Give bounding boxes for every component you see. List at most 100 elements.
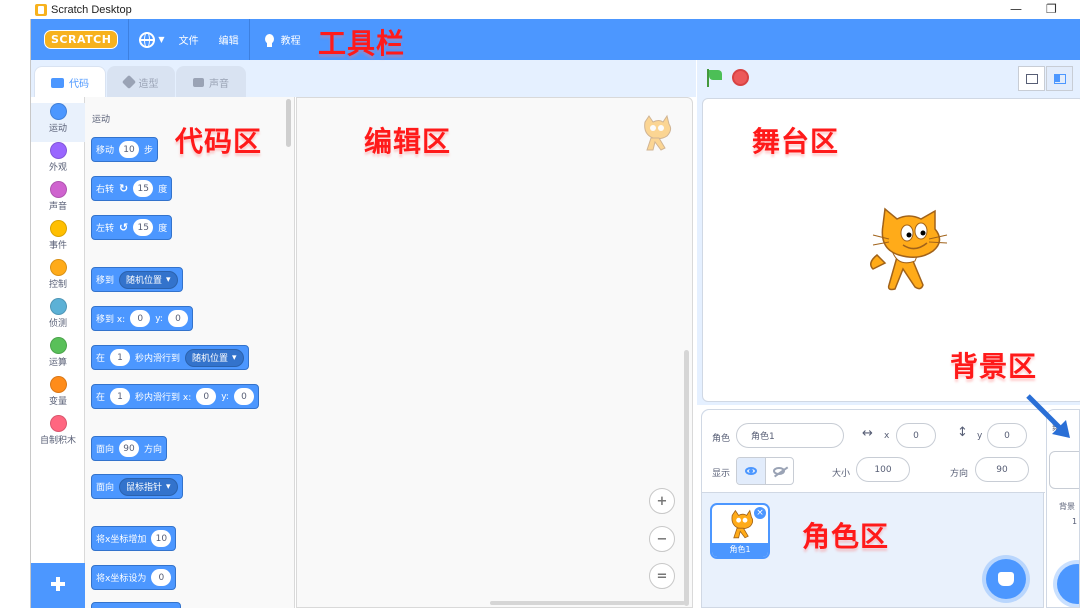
delete-sprite-icon[interactable]: × bbox=[754, 507, 766, 519]
block-input[interactable]: 10 bbox=[119, 141, 140, 158]
block-point-in-direction[interactable]: 面向 90 方向 bbox=[91, 436, 168, 461]
block-set-x[interactable]: 将x坐标设为 0 bbox=[91, 565, 177, 590]
stage-thumbnail[interactable] bbox=[1049, 451, 1079, 489]
file-menu[interactable]: 文件 bbox=[179, 32, 199, 47]
small-stage-button[interactable] bbox=[1018, 66, 1045, 91]
block-input[interactable]: 15 bbox=[133, 219, 154, 236]
sprite-tile-name: 角色1 bbox=[712, 543, 768, 557]
green-flag-button[interactable] bbox=[705, 69, 723, 87]
category-events[interactable]: 事件 bbox=[31, 220, 85, 259]
block-turn-right[interactable]: 右转 ↻ 15 度 bbox=[91, 176, 173, 201]
add-extension-button[interactable] bbox=[31, 563, 85, 608]
tab-code[interactable]: 代码 bbox=[34, 66, 106, 98]
block-input[interactable]: 0 bbox=[130, 310, 151, 327]
block-dropdown[interactable]: 随机位置 ▾ bbox=[119, 270, 178, 289]
block-move-steps[interactable]: 移动 10 步 bbox=[91, 137, 159, 162]
category-operators[interactable]: 运算 bbox=[31, 337, 85, 376]
stop-button[interactable] bbox=[732, 69, 749, 86]
tutorials-menu[interactable]: 教程 bbox=[260, 31, 301, 49]
sprite-size-input[interactable]: 100 bbox=[856, 457, 910, 482]
block-input[interactable]: 0 bbox=[151, 569, 172, 586]
palette-scrollbar[interactable] bbox=[286, 99, 291, 147]
caret-down-icon: ▾ bbox=[232, 352, 237, 363]
tab-sounds[interactable]: 声音 bbox=[176, 66, 246, 97]
restore-icon[interactable]: ❐ bbox=[1046, 2, 1057, 16]
caret-down-icon: ▾ bbox=[166, 274, 171, 285]
large-stage-button[interactable] bbox=[1046, 66, 1073, 91]
category-my-blocks[interactable]: 自制积木 bbox=[31, 415, 85, 454]
category-sensing[interactable]: 侦测 bbox=[31, 298, 85, 337]
block-input[interactable]: 0 bbox=[196, 388, 217, 405]
category-sound[interactable]: 声音 bbox=[31, 181, 85, 220]
scratch-logo[interactable]: SCRATCH bbox=[44, 30, 119, 49]
sprite-tile[interactable]: × 角色1 bbox=[710, 503, 770, 559]
speaker-icon bbox=[193, 77, 204, 87]
block-turn-left[interactable]: 左转 ↺ 15 度 bbox=[91, 215, 173, 240]
sprite-pane: 角色 角色1 ↔ x 0 ↕ y 0 显示 大小 100 方向 90 × 角色1 bbox=[701, 409, 1045, 608]
window-left-edge bbox=[0, 19, 31, 608]
category-variables[interactable]: 变量 bbox=[31, 376, 85, 415]
code-blocks-icon bbox=[51, 77, 64, 88]
hide-sprite-button[interactable] bbox=[766, 458, 794, 484]
backdrop-label: 背景 bbox=[1059, 502, 1075, 511]
category-motion[interactable]: 运动 bbox=[31, 103, 85, 142]
editor-horizontal-scrollbar[interactable] bbox=[490, 601, 685, 605]
minimize-icon[interactable]: — bbox=[1010, 2, 1022, 16]
block-input[interactable]: 1 bbox=[110, 388, 131, 405]
current-sprite-icon bbox=[644, 114, 672, 151]
sprite-direction-input[interactable]: 90 bbox=[975, 457, 1029, 482]
scratch-cat-sprite[interactable] bbox=[863, 207, 949, 297]
block-change-x[interactable]: 将x坐标增加 10 bbox=[91, 526, 177, 551]
window-titlebar: Scratch Desktop — ❐ bbox=[0, 0, 1080, 19]
window-title: Scratch Desktop bbox=[51, 3, 132, 16]
block-glide-to-xy[interactable]: 在 1 秒内滑行到 x: 0 y: 0 bbox=[91, 384, 259, 409]
editor-tabs: 代码 造型 声音 bbox=[31, 60, 696, 98]
edit-menu[interactable]: 编辑 bbox=[219, 32, 239, 47]
script-editor[interactable]: + − = bbox=[296, 97, 693, 608]
sprite-y-input[interactable]: 0 bbox=[987, 423, 1027, 448]
language-menu[interactable]: ▼ bbox=[139, 31, 165, 48]
tab-costumes[interactable]: 造型 bbox=[107, 66, 175, 97]
zoom-in-button[interactable]: + bbox=[649, 488, 675, 514]
block-input[interactable]: 1 bbox=[110, 349, 131, 366]
block-glide-to[interactable]: 在 1 秒内滑行到 随机位置 ▾ bbox=[91, 345, 249, 370]
block-input[interactable]: 10 bbox=[151, 530, 172, 547]
block-go-to[interactable]: 移到 随机位置 ▾ bbox=[91, 267, 183, 292]
sprite-thumbnail bbox=[731, 509, 754, 539]
zoom-reset-button[interactable]: = bbox=[649, 563, 675, 589]
block-input[interactable]: 0 bbox=[167, 310, 188, 327]
category-menu: 运动 外观 声音 事件 控制 侦测 运算 变量 自制积木 bbox=[31, 97, 85, 608]
y-label: y bbox=[977, 431, 983, 441]
sprite-info: 角色 角色1 ↔ x 0 ↕ y 0 显示 大小 100 方向 90 bbox=[702, 410, 1045, 493]
category-dot bbox=[49, 181, 67, 198]
tutorials-menu-label: 教程 bbox=[280, 36, 301, 47]
zoom-out-button[interactable]: − bbox=[649, 526, 675, 552]
block-dropdown[interactable]: 鼠标指针 ▾ bbox=[119, 477, 178, 496]
show-sprite-button[interactable] bbox=[737, 458, 766, 484]
overlay-code-area: 代码区 bbox=[175, 125, 263, 158]
add-backdrop-button[interactable] bbox=[1057, 564, 1079, 604]
category-control[interactable]: 控制 bbox=[31, 259, 85, 298]
edit-menu-label: 编辑 bbox=[218, 36, 239, 47]
add-sprite-button[interactable] bbox=[986, 559, 1026, 599]
visibility-toggle bbox=[736, 457, 794, 485]
block-input[interactable]: 15 bbox=[133, 180, 154, 197]
category-dot bbox=[49, 298, 67, 315]
sprite-name-input[interactable]: 角色1 bbox=[736, 423, 844, 448]
direction-label: 方向 bbox=[950, 469, 969, 479]
sprite-x-input[interactable]: 0 bbox=[896, 423, 936, 448]
block-go-to-xy[interactable]: 移到 x: 0 y: 0 bbox=[91, 306, 193, 331]
block-dropdown[interactable]: 随机位置 ▾ bbox=[185, 348, 244, 367]
large-stage-icon bbox=[1053, 73, 1066, 84]
overlay-editor-area: 编辑区 bbox=[364, 125, 452, 158]
arrow-annotation-icon bbox=[1026, 394, 1070, 438]
category-looks[interactable]: 外观 bbox=[31, 142, 85, 181]
editor-vertical-scrollbar[interactable] bbox=[684, 350, 689, 606]
block-point-towards[interactable]: 面向 鼠标指针 ▾ bbox=[91, 474, 183, 499]
block-input[interactable]: 90 bbox=[119, 440, 140, 457]
cat-plus-icon bbox=[998, 572, 1014, 586]
block-partial[interactable] bbox=[91, 602, 181, 608]
stage-header bbox=[697, 60, 1080, 97]
block-input[interactable]: 0 bbox=[233, 388, 254, 405]
sprite-name-label: 角色 bbox=[712, 434, 731, 444]
